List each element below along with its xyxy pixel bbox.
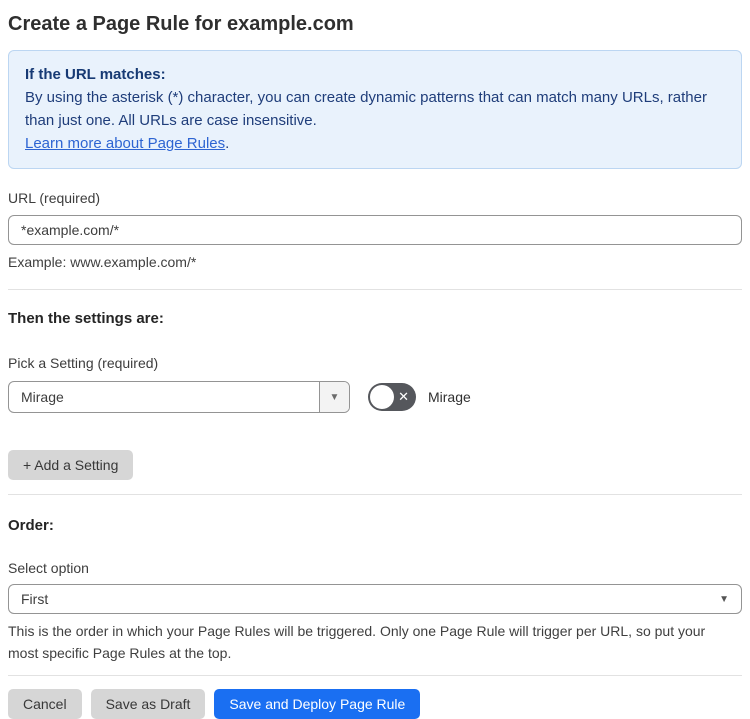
divider (8, 675, 742, 676)
divider (8, 494, 742, 495)
order-select-value: First (21, 591, 49, 607)
setting-picker-label: Pick a Setting (required) (8, 355, 159, 371)
divider (8, 289, 742, 290)
page-title: Create a Page Rule for example.com (8, 13, 354, 35)
add-setting-button[interactable]: + Add a Setting (8, 450, 134, 480)
toggle-label: Mirage (428, 389, 471, 405)
settings-section-heading: Then the settings are: (8, 310, 164, 327)
footer-actions: Cancel Save as Draft Save and Deploy Pag… (8, 689, 742, 719)
setting-select-dropdown-button[interactable]: ▼ (319, 382, 349, 412)
url-input[interactable] (8, 215, 742, 245)
info-box-body: By using the asterisk (*) character, you… (25, 89, 707, 129)
caret-down-icon: ▼ (329, 391, 340, 403)
cancel-button[interactable]: Cancel (8, 689, 82, 719)
link-suffix: . (225, 135, 230, 152)
toggle-knob (370, 385, 394, 409)
order-select-label: Select option (8, 560, 89, 576)
url-match-info-box: If the URL matches: By using the asteris… (8, 50, 742, 169)
setting-row: Mirage ▼ ✕ Mirage (8, 381, 742, 413)
order-helper-text: This is the order in which your Page Rul… (8, 623, 706, 661)
save-as-draft-button[interactable]: Save as Draft (90, 689, 206, 719)
info-box-heading: If the URL matches: (25, 66, 166, 83)
setting-select[interactable]: Mirage ▼ (8, 381, 350, 413)
url-example-helper: Example: www.example.com/* (8, 254, 197, 270)
order-section-heading: Order: (8, 517, 54, 534)
info-link-line: Learn more about Page Rules. (25, 132, 725, 155)
setting-select-value: Mirage (21, 389, 64, 405)
caret-down-icon: ▼ (719, 593, 729, 605)
page-rule-form: Create a Page Rule for example.com If th… (0, 0, 750, 719)
learn-more-link[interactable]: Learn more about Page Rules (25, 135, 225, 152)
save-and-deploy-button[interactable]: Save and Deploy Page Rule (214, 689, 421, 719)
order-select[interactable]: First ▼ (8, 584, 742, 614)
mirage-toggle[interactable]: ✕ (368, 383, 416, 411)
toggle-off-x-icon: ✕ (398, 389, 409, 405)
url-field-label: URL (required) (8, 190, 101, 206)
